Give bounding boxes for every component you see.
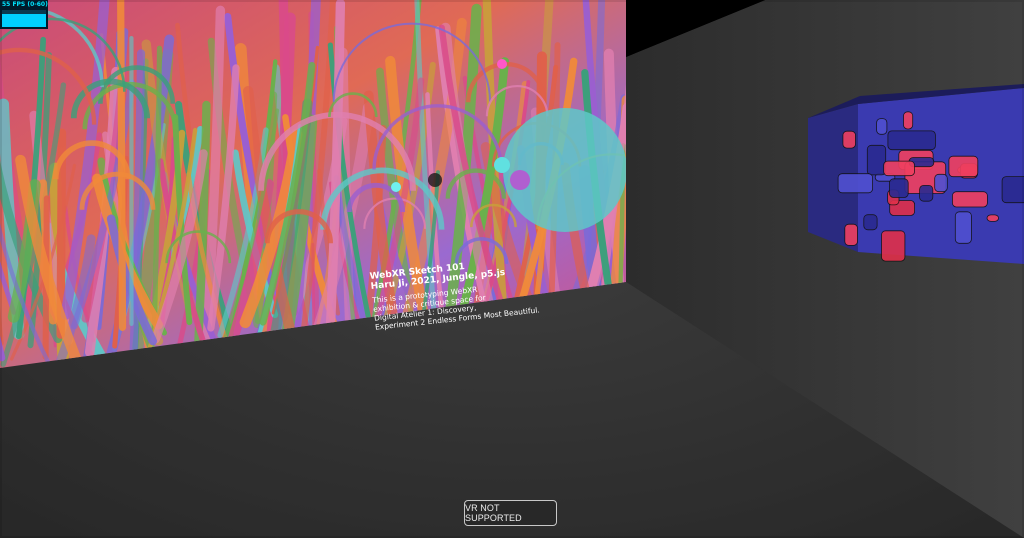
vr-gallery-scene[interactable]: WebXR Sketch 101 Haru Ji, 2021, Jungle, … — [0, 0, 1024, 538]
vr-not-supported-button[interactable]: VR NOT SUPPORTED — [464, 500, 557, 526]
fps-label: 55 FPS (0-60) — [2, 1, 48, 8]
fps-stats-panel[interactable]: 55 FPS (0-60) — [0, 0, 48, 29]
fps-graph-bar — [2, 14, 46, 27]
floating-cube-artwork[interactable] — [808, 84, 1024, 264]
